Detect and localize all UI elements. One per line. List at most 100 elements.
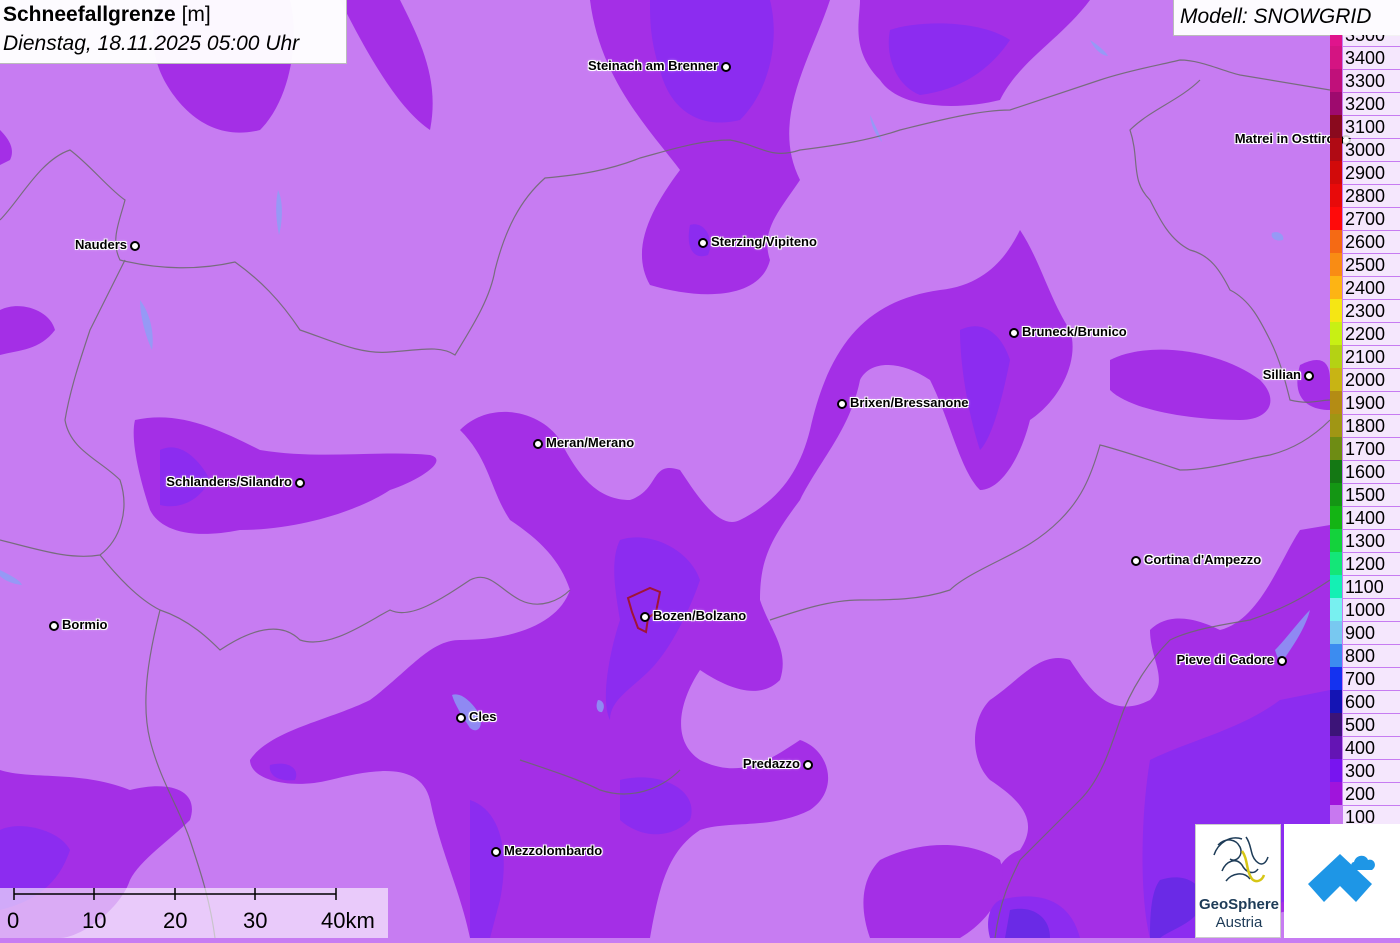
- city-label[interactable]: Bruneck/Brunico: [1022, 324, 1127, 339]
- legend-row: 300: [1330, 759, 1400, 782]
- legend-label: 100: [1343, 806, 1400, 824]
- city-label[interactable]: Meran/Merano: [546, 435, 634, 450]
- legend-label: 2700: [1343, 208, 1400, 230]
- city-marker[interactable]: [130, 241, 140, 251]
- legend-label: 2200: [1343, 323, 1400, 345]
- city-label[interactable]: Sterzing/Vipiteno: [711, 234, 817, 249]
- city-marker[interactable]: [1277, 656, 1287, 666]
- legend-row: 1800: [1330, 414, 1400, 437]
- legend-swatch: [1330, 253, 1342, 276]
- city-label[interactable]: Brixen/Bressanone: [850, 395, 969, 410]
- city-label[interactable]: Cles: [469, 709, 496, 724]
- legend-label: 600: [1343, 691, 1400, 713]
- geosphere-icon: [1213, 836, 1269, 883]
- legend-row: 2700: [1330, 207, 1400, 230]
- legend-row: 1400: [1330, 506, 1400, 529]
- city-marker[interactable]: [295, 478, 305, 488]
- legend-swatch: [1330, 368, 1342, 391]
- scale-label-20: 20: [163, 908, 188, 933]
- legend-label: 1700: [1343, 438, 1400, 460]
- geosphere-country: Austria: [1215, 914, 1263, 931]
- legend-swatch: [1330, 115, 1342, 138]
- city-label[interactable]: Sillian: [1263, 367, 1301, 382]
- city-marker[interactable]: [49, 621, 59, 631]
- legend-swatch: [1330, 276, 1342, 299]
- city-marker[interactable]: [803, 760, 813, 770]
- legend-swatch: [1330, 483, 1342, 506]
- legend-label: 3300: [1343, 70, 1400, 92]
- legend-swatch: [1330, 46, 1342, 69]
- legend-row: 1700: [1330, 437, 1400, 460]
- legend-swatch: [1330, 92, 1342, 115]
- city-marker[interactable]: [1304, 371, 1314, 381]
- city-label[interactable]: Nauders: [75, 237, 127, 252]
- legend-row: 2600: [1330, 230, 1400, 253]
- legend-label: 800: [1343, 645, 1400, 667]
- legend-row: 3500: [1330, 35, 1400, 46]
- legend-label: 1300: [1343, 530, 1400, 552]
- legend-row: 2300: [1330, 299, 1400, 322]
- mountain-cloud-icon: [1308, 854, 1375, 902]
- city-marker[interactable]: [533, 439, 543, 449]
- city-label[interactable]: Cortina d'Ampezzo: [1144, 552, 1261, 567]
- snowfall-line-map[interactable]: [0, 0, 1400, 938]
- legend-row: 500: [1330, 713, 1400, 736]
- legend-label: 2000: [1343, 369, 1400, 391]
- model-box: Modell: SNOWGRID: [1173, 0, 1400, 36]
- city-label[interactable]: Schlanders/Silandro: [166, 474, 292, 489]
- city-label[interactable]: Steinach am Brenner: [588, 58, 718, 73]
- title-box: Schneefallgrenze [m] Dienstag, 18.11.202…: [0, 0, 347, 64]
- city-marker[interactable]: [491, 847, 501, 857]
- legend-row: 900: [1330, 621, 1400, 644]
- scale-label-0: 0: [7, 908, 20, 933]
- legend-label: 1900: [1343, 392, 1400, 414]
- legend-swatch: [1330, 598, 1342, 621]
- legend-label: 1100: [1343, 576, 1400, 598]
- legend-label: 1200: [1343, 553, 1400, 575]
- legend-row: 3200: [1330, 92, 1400, 115]
- legend-row: 1100: [1330, 575, 1400, 598]
- legend-swatch: [1330, 575, 1342, 598]
- legend-label: 3200: [1343, 93, 1400, 115]
- city-label[interactable]: Matrei in Osttirol: [1235, 131, 1338, 146]
- legend-label: 900: [1343, 622, 1400, 644]
- scale-label-30: 30: [243, 908, 268, 933]
- city-label[interactable]: Mezzolombardo: [504, 843, 602, 858]
- legend-label: 2900: [1343, 162, 1400, 184]
- city-marker[interactable]: [1009, 328, 1019, 338]
- legend-swatch: [1330, 161, 1342, 184]
- legend-row: 1000: [1330, 598, 1400, 621]
- legend-swatch: [1330, 322, 1342, 345]
- legend-row: 2400: [1330, 276, 1400, 299]
- legend-swatch: [1330, 759, 1342, 782]
- legend-swatch: [1330, 713, 1342, 736]
- city-marker[interactable]: [1131, 556, 1141, 566]
- legend-row: 2200: [1330, 322, 1400, 345]
- legend-row: 1500: [1330, 483, 1400, 506]
- city-label[interactable]: Pieve di Cadore: [1176, 652, 1274, 667]
- geosphere-name: GeoSphere: [1198, 896, 1280, 913]
- city-marker[interactable]: [640, 612, 650, 622]
- legend-label: 1600: [1343, 461, 1400, 483]
- city-label[interactable]: Bormio: [62, 617, 108, 632]
- legend-swatch: [1330, 391, 1342, 414]
- legend-swatch: [1330, 621, 1342, 644]
- legend-row: 2800: [1330, 184, 1400, 207]
- legend-row: 2900: [1330, 161, 1400, 184]
- legend-swatch: [1330, 667, 1342, 690]
- city-label[interactable]: Predazzo: [743, 756, 800, 771]
- geosphere-austria-logo[interactable]: GeoSphere Austria: [1195, 824, 1281, 938]
- city-marker[interactable]: [721, 62, 731, 72]
- map-title: Schneefallgrenze [m]: [3, 3, 211, 27]
- legend-row: 700: [1330, 667, 1400, 690]
- city-marker[interactable]: [456, 713, 466, 723]
- legend-row: 1300: [1330, 529, 1400, 552]
- legend-swatch: [1330, 345, 1342, 368]
- legend-label: 3500: [1343, 35, 1400, 46]
- legend-label: 2300: [1343, 300, 1400, 322]
- app-logo[interactable]: [1284, 824, 1400, 938]
- city-label[interactable]: Bozen/Bolzano: [653, 608, 746, 623]
- city-marker[interactable]: [837, 399, 847, 409]
- city-marker[interactable]: [698, 238, 708, 248]
- legend-swatch: [1330, 460, 1342, 483]
